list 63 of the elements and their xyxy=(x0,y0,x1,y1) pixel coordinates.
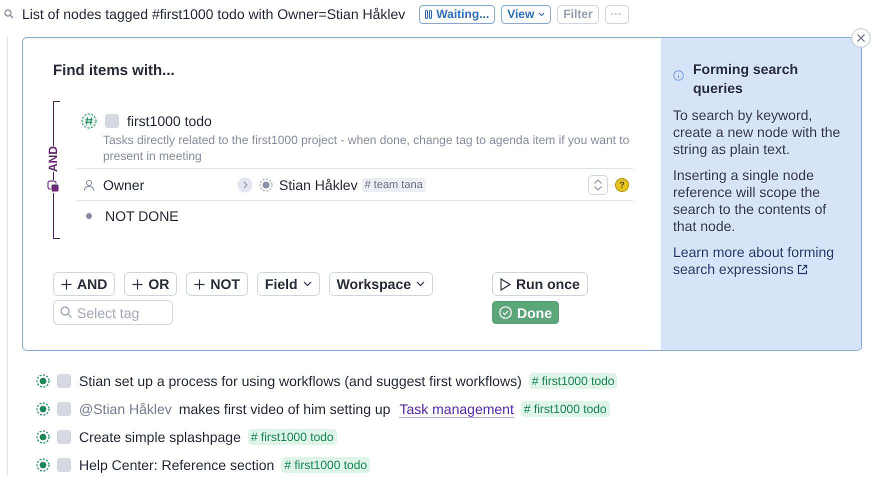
help-paragraph: Inserting a single node reference will scope the search to the contents of that node. xyxy=(673,167,828,235)
pause-icon xyxy=(425,10,432,18)
item-text: Create simple splashpage xyxy=(79,429,241,445)
add-operator-button[interactable]: NOT xyxy=(186,272,248,296)
field-value[interactable]: Stian Håklev xyxy=(279,176,358,192)
checkbox[interactable] xyxy=(57,430,71,444)
item-text: Help Center: Reference section xyxy=(79,457,274,473)
node-bullet-icon[interactable] xyxy=(36,374,50,388)
add-operator-button[interactable]: AND xyxy=(53,272,116,296)
tag-description: Tasks directly related to the first1000 project - when done, change tag to agenda item if you want to present in meeting xyxy=(102,132,630,165)
sort-icon[interactable] xyxy=(588,174,608,194)
node-link[interactable]: Task management xyxy=(399,400,514,418)
node-bullet-icon[interactable] xyxy=(36,430,50,444)
node-bullet-icon[interactable] xyxy=(36,458,50,472)
checkbox[interactable] xyxy=(57,402,71,416)
plus-icon xyxy=(194,278,206,290)
select-tag-field[interactable]: Select tag xyxy=(53,300,173,325)
run-button[interactable]: Run once xyxy=(492,272,588,296)
caret-icon xyxy=(302,281,312,287)
done-button[interactable]: Done xyxy=(492,301,559,324)
checkbox[interactable] xyxy=(105,114,119,128)
node-icon xyxy=(259,178,273,192)
field-name: Owner xyxy=(103,176,146,192)
query-title: Find items with... xyxy=(53,62,176,79)
operator-label[interactable]: AND xyxy=(46,146,60,172)
help-title: Forming search queries xyxy=(693,60,800,98)
checkbox[interactable] xyxy=(57,374,71,388)
tag-chip[interactable]: # first1000 todo xyxy=(248,429,337,445)
view-button[interactable]: View xyxy=(501,4,552,24)
tag-icon xyxy=(81,113,97,129)
tag-name: first1000 todo xyxy=(127,113,212,129)
search-title: List of nodes tagged #first1000 todo with Owner=Stian Håklev xyxy=(22,6,406,22)
help-paragraph: To search by keyword, create a new node with the string as plain text. xyxy=(673,107,842,158)
close-icon[interactable] xyxy=(851,28,871,48)
person-icon xyxy=(83,178,95,190)
caret-icon xyxy=(538,12,546,16)
play-icon xyxy=(500,278,511,290)
plus-icon xyxy=(61,278,72,290)
check-circle-icon xyxy=(499,306,512,319)
status-button[interactable]: Waiting... xyxy=(419,4,496,24)
info-icon xyxy=(673,70,684,81)
tag-chip[interactable]: # first1000 todo xyxy=(528,373,618,389)
item-text: makes first video of him setting up xyxy=(178,401,390,417)
search-icon xyxy=(60,306,72,318)
help-badge[interactable]: ? xyxy=(615,178,629,192)
add-operator-button[interactable]: OR xyxy=(124,272,178,296)
learn-more-link[interactable]: Learn more about forming search expressions xyxy=(673,244,851,278)
mention-link[interactable]: @Stian Håklev xyxy=(79,401,172,417)
expand-icon[interactable] xyxy=(237,176,253,192)
checkbox[interactable] xyxy=(57,458,71,472)
item-text: Stian set up a process for using workflows (and suggest first workflows) xyxy=(79,373,522,389)
tag-chip[interactable]: # first1000 todo xyxy=(281,457,370,473)
bullet-icon xyxy=(86,213,92,219)
tag-chip[interactable]: # first1000 todo xyxy=(520,401,610,417)
external-link-icon xyxy=(796,264,808,275)
search-icon xyxy=(4,9,14,19)
dropdown-button[interactable]: Workspace xyxy=(328,272,434,296)
node-bullet-icon[interactable] xyxy=(36,402,50,416)
caret-icon xyxy=(416,281,426,287)
value-tag[interactable]: # team tana xyxy=(362,178,426,192)
condition-label: NOT DONE xyxy=(105,208,179,224)
plus-icon xyxy=(132,278,144,290)
dropdown-button[interactable]: Field xyxy=(256,272,320,296)
